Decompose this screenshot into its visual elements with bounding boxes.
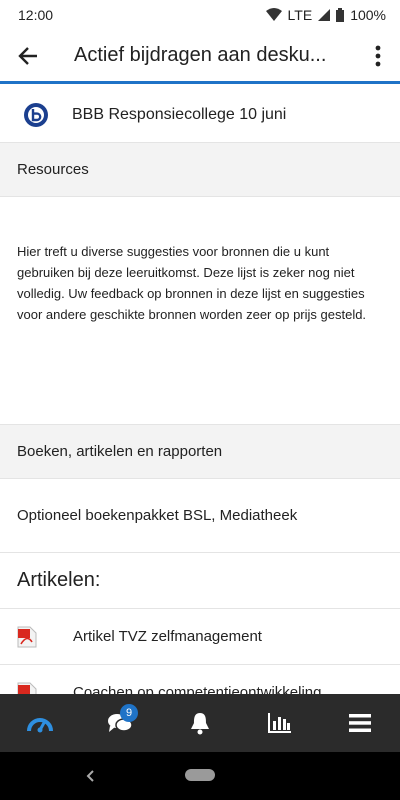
article-item[interactable]: Artikel TVZ zelfmanagement bbox=[0, 609, 400, 665]
wifi-icon bbox=[265, 8, 282, 21]
status-bar: 12:00 LTE 100% bbox=[0, 0, 400, 30]
nav-notifications[interactable] bbox=[170, 694, 230, 752]
battery-label: 100% bbox=[350, 7, 386, 23]
bigbluebutton-icon bbox=[24, 102, 48, 127]
article-label: Coachen op competentieontwikkeling bbox=[73, 684, 322, 694]
system-back-button[interactable] bbox=[80, 764, 100, 788]
resources-description: Hier treft u diverse suggesties voor bro… bbox=[0, 197, 400, 425]
nav-messages[interactable]: 9 bbox=[90, 694, 150, 752]
network-label: LTE bbox=[287, 7, 313, 23]
bottom-nav: 9 bbox=[0, 694, 400, 752]
app-bar: Actief bijdragen aan desku... bbox=[0, 30, 400, 84]
articles-heading: Artikelen: bbox=[0, 553, 400, 609]
bar-chart-icon bbox=[268, 713, 291, 733]
article-label: Artikel TVZ zelfmanagement bbox=[73, 628, 262, 645]
section-books[interactable]: Boeken, artikelen en rapporten bbox=[0, 425, 400, 479]
article-item[interactable]: Coachen op competentieontwikkeling bbox=[0, 665, 400, 694]
back-button[interactable] bbox=[0, 29, 56, 83]
more-options-button[interactable] bbox=[356, 29, 400, 83]
bbb-session-label: BBB Responsiecollege 10 juni bbox=[72, 105, 287, 123]
pdf-icon-wrap bbox=[0, 682, 56, 694]
nav-dashboard[interactable] bbox=[10, 694, 70, 752]
bbb-icon-wrap bbox=[0, 102, 72, 127]
books-item[interactable]: Optioneel boekenpakket BSL, Mediatheek bbox=[0, 479, 400, 553]
status-indicators: LTE 100% bbox=[265, 7, 386, 23]
nav-grades[interactable] bbox=[250, 694, 310, 752]
system-navigation-bar bbox=[0, 752, 400, 800]
signal-icon bbox=[318, 9, 331, 21]
bell-icon bbox=[191, 713, 209, 735]
nav-menu[interactable] bbox=[330, 694, 390, 752]
section-resources[interactable]: Resources bbox=[0, 143, 400, 197]
course-content: BBB Responsiecollege 10 juni Resources H… bbox=[0, 87, 400, 694]
battery-icon bbox=[336, 8, 345, 22]
dashboard-gauge-icon bbox=[27, 718, 53, 733]
messages-count-badge: 9 bbox=[120, 704, 138, 722]
more-vertical-icon bbox=[375, 45, 381, 66]
system-home-button[interactable] bbox=[185, 769, 215, 781]
bbb-session-link[interactable]: BBB Responsiecollege 10 juni bbox=[0, 87, 400, 143]
pdf-icon bbox=[17, 682, 37, 694]
hamburger-menu-icon bbox=[349, 714, 371, 732]
pdf-icon-wrap bbox=[0, 626, 56, 648]
status-time: 12:00 bbox=[18, 7, 54, 23]
chevron-left-icon bbox=[86, 770, 94, 782]
arrow-left-icon bbox=[18, 46, 37, 65]
page-title: Actief bijdragen aan desku... bbox=[74, 44, 327, 66]
pdf-icon bbox=[17, 626, 37, 647]
